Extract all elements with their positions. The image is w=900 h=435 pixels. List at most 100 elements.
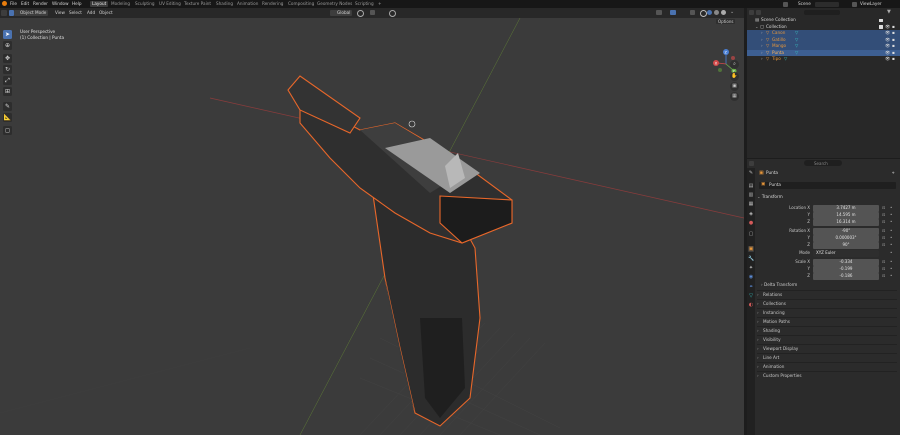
tool-tab-icon[interactable]: ✎ <box>748 170 754 176</box>
eye-icon[interactable]: 👁 <box>885 56 890 63</box>
lock-icon[interactable]: ⊡ <box>882 273 885 278</box>
annotate-tool-icon[interactable]: ✎ <box>3 102 12 111</box>
rotation-mode-dropdown[interactable]: XYZ Euler <box>813 250 879 257</box>
render-tab-icon[interactable]: ▤ <box>748 183 754 189</box>
object-mode-label[interactable]: Object Mode <box>20 10 46 16</box>
rotate-tool-icon[interactable]: ↻ <box>3 65 12 74</box>
view-layer-tab-icon[interactable]: ▦ <box>748 201 754 207</box>
panel-line-art[interactable]: › Line Art <box>757 353 897 361</box>
outliner-search-input[interactable] <box>804 10 840 15</box>
outliner-funnel-icon[interactable]: ▼ <box>887 10 892 15</box>
pan-view-icon[interactable]: ✋ <box>730 72 739 81</box>
constraints-tab-icon[interactable]: ⚭ <box>748 284 754 290</box>
workspace-tab-modeling[interactable]: Modeling <box>111 1 130 6</box>
proportional-editing-icon[interactable] <box>389 10 396 17</box>
viewport-menu-add[interactable]: Add <box>87 10 95 16</box>
panel-instancing[interactable]: › Instancing <box>757 308 897 316</box>
lock-icon[interactable]: ⊡ <box>882 228 885 233</box>
collection-tab-icon[interactable]: ▢ <box>748 231 754 237</box>
keyframe-dot-icon[interactable]: • <box>890 250 892 255</box>
workspace-tab-animation[interactable]: Animation <box>237 1 258 6</box>
keyframe-dot-icon[interactable]: • <box>890 235 892 240</box>
shading-wireframe-icon[interactable] <box>700 10 707 17</box>
transform-orientation-label[interactable]: Global <box>337 10 350 16</box>
add-cube-tool-icon[interactable]: ◻ <box>3 126 12 135</box>
show-gizmo-icon[interactable] <box>656 10 662 15</box>
lock-icon[interactable]: ⊡ <box>882 259 885 264</box>
menu-window[interactable]: Window <box>52 1 69 6</box>
world-tab-icon[interactable]: ● <box>748 220 754 226</box>
lock-icon[interactable]: ⊡ <box>882 242 885 247</box>
xray-toggle-icon[interactable] <box>690 10 695 15</box>
menu-render[interactable]: Render <box>33 1 48 6</box>
keyframe-dot-icon[interactable]: • <box>890 228 892 233</box>
transform-tool-icon[interactable]: ⊞ <box>3 87 12 96</box>
blender-logo-icon[interactable] <box>2 1 7 6</box>
panel-shading[interactable]: › Shading <box>757 326 897 334</box>
keyframe-dot-icon[interactable]: • <box>890 242 892 247</box>
keyframe-dot-icon[interactable]: • <box>890 259 892 264</box>
modifier-tab-icon[interactable]: 🔧 <box>748 256 754 262</box>
expand-chevron-icon[interactable]: › <box>761 56 763 63</box>
select-box-tool-icon[interactable]: ➤ <box>3 30 12 39</box>
workspace-tab-uv-editing[interactable]: UV Editing <box>159 1 181 6</box>
perspective-toggle-icon[interactable]: ▦ <box>730 92 739 101</box>
keyframe-dot-icon[interactable]: • <box>890 212 892 217</box>
scale-tool-icon[interactable]: ⤢ <box>3 76 12 85</box>
physics-tab-icon[interactable]: ◉ <box>748 274 754 280</box>
viewport-scene[interactable]: Z X Y <box>0 18 744 435</box>
rotation-x-field[interactable]: -90° <box>813 228 879 235</box>
scene-name[interactable]: Scene <box>798 1 811 6</box>
material-tab-icon[interactable]: ◐ <box>748 302 754 308</box>
viewport-menu-select[interactable]: Select <box>69 10 82 16</box>
object-tab-icon[interactable]: ▣ <box>748 246 754 252</box>
rotation-z-field[interactable]: 90° <box>813 242 879 249</box>
camera-view-icon[interactable]: ▣ <box>730 82 739 91</box>
snap-icon[interactable] <box>370 10 375 15</box>
lock-icon[interactable]: ⊡ <box>882 205 885 210</box>
properties-editor-icon[interactable] <box>749 160 754 166</box>
transform-panel-header[interactable]: ⌄ Transform <box>757 193 897 200</box>
data-tab-icon[interactable]: ▽ <box>748 293 754 299</box>
camera-icon[interactable]: ▪ <box>892 56 895 63</box>
keyframe-dot-icon[interactable]: • <box>890 205 892 210</box>
scene-tab-icon[interactable]: ◈ <box>748 211 754 217</box>
location-y-field[interactable]: 14.595 m <box>813 212 879 219</box>
panel-custom-properties[interactable]: › Custom Properties <box>757 371 897 379</box>
location-z-field[interactable]: 16.314 m <box>813 219 879 226</box>
move-tool-icon[interactable]: ✥ <box>3 54 12 63</box>
show-overlays-icon[interactable] <box>670 10 676 15</box>
panel-viewport-display[interactable]: › Viewport Display <box>757 344 897 352</box>
3d-viewport[interactable]: Z X Y User Perspective (1) Collection | … <box>0 18 744 435</box>
viewport-menu-view[interactable]: View <box>55 10 65 16</box>
menu-help[interactable]: Help <box>72 1 82 6</box>
workspace-tab-layout[interactable]: Layout <box>90 0 109 7</box>
view-layer-name[interactable]: ViewLayer <box>860 1 882 6</box>
workspace-tab-geometry-nodes[interactable]: Geometry Nodes <box>317 1 352 6</box>
outliner-row-object[interactable]: › ▽ Tipo ▽ 👁 ▪ <box>747 56 900 63</box>
outliner-editor-icon[interactable] <box>749 10 754 15</box>
pin-icon[interactable]: ⌖ <box>892 170 895 176</box>
checkbox-icon[interactable] <box>879 25 883 29</box>
add-workspace-button[interactable]: + <box>378 1 382 6</box>
particles-tab-icon[interactable]: ✦ <box>748 265 754 271</box>
lock-icon[interactable]: ⊡ <box>882 219 885 224</box>
keyframe-dot-icon[interactable]: • <box>890 273 892 278</box>
object-name-value[interactable]: Punta <box>769 182 781 189</box>
output-tab-icon[interactable]: ▥ <box>748 192 754 198</box>
options-button[interactable]: Options <box>716 19 736 24</box>
workspace-tab-scripting[interactable]: Scripting <box>355 1 374 6</box>
scale-x-field[interactable]: -0.334 <box>813 259 879 266</box>
workspace-tab-shading[interactable]: Shading <box>216 1 233 6</box>
panel-relations[interactable]: › Relations <box>757 290 897 298</box>
scene-selector-icon[interactable] <box>783 1 788 7</box>
outliner-filter-icon[interactable] <box>756 10 761 15</box>
pivot-point-icon[interactable] <box>357 10 364 17</box>
location-x-field[interactable]: 3.7427 m <box>813 205 879 212</box>
shading-options-icon[interactable]: ⌄ <box>730 10 735 15</box>
workspace-tab-compositing[interactable]: Compositing <box>288 1 314 6</box>
lock-icon[interactable]: ⊡ <box>882 212 885 217</box>
measure-tool-icon[interactable]: 📐 <box>3 113 12 122</box>
view-layer-icon[interactable] <box>852 1 857 7</box>
keyframe-dot-icon[interactable]: • <box>890 219 892 224</box>
